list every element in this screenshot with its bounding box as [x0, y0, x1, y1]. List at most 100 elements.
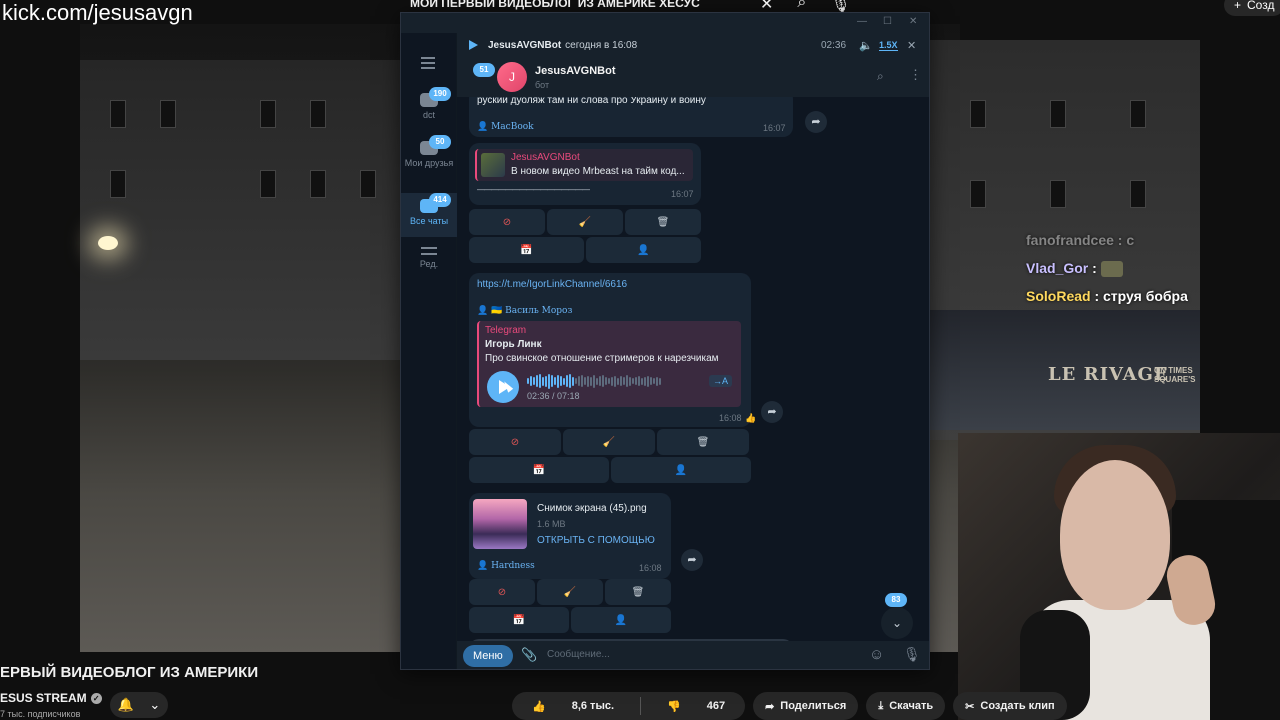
- more-icon[interactable]: ⋮: [909, 67, 922, 83]
- paperclip-icon[interactable]: 📎: [521, 647, 537, 663]
- keyboard-button-user[interactable]: 👤: [571, 607, 671, 633]
- close-icon[interactable]: ✕: [909, 16, 917, 27]
- like-dislike-group: 👍 8,6 тыс. 👎 467: [512, 692, 746, 720]
- waveform-bar: [629, 376, 631, 386]
- waveform-bar: [527, 378, 529, 384]
- chat-message: fanofrandcee : с: [1026, 232, 1135, 248]
- open-with-button[interactable]: ОТКРЫТЬ С ПОМОЩЬЮ: [537, 535, 655, 546]
- waveform-bar: [650, 377, 652, 385]
- waveform-bar: [644, 376, 646, 386]
- voice-play-button[interactable]: [487, 371, 519, 403]
- search-icon[interactable]: ⌕: [877, 69, 884, 84]
- message-input[interactable]: Сообщение...: [547, 649, 610, 660]
- dislike-button[interactable]: 👎 467: [647, 692, 745, 720]
- kick-url-overlay: kick.com/jesusavgn: [2, 0, 193, 25]
- file-size: 1.6 MB: [537, 519, 566, 529]
- keyboard-button-clean[interactable]: 🧹: [563, 429, 655, 455]
- keyboard-button-calendar[interactable]: 📅: [469, 457, 609, 483]
- clip-button[interactable]: ✂ Создать клип: [953, 692, 1067, 720]
- emoji-icon[interactable]: ☺: [869, 646, 884, 663]
- keyboard-button-ban[interactable]: ⊘: [469, 579, 535, 605]
- waveform-bar: [536, 375, 538, 387]
- broom-icon: 🧹: [563, 586, 577, 598]
- street-lamp: [98, 236, 118, 250]
- message-link[interactable]: https://t.me/IgorLinkChannel/6616: [477, 279, 627, 290]
- keyboard-button-user[interactable]: 👤: [611, 457, 751, 483]
- waveform-bar: [542, 376, 544, 386]
- keyboard-button-clean[interactable]: 🧹: [537, 579, 603, 605]
- maximize-icon[interactable]: ☐: [883, 16, 892, 27]
- message-bubble: https://t.me/IgorLinkChannel/6616 👤 🇺🇦 В…: [469, 273, 756, 427]
- microphone-icon[interactable]: 🎙: [903, 646, 921, 663]
- thumbs-up-reaction-icon[interactable]: 👍: [745, 413, 756, 424]
- share-button[interactable]: ➦ Поделиться: [753, 692, 859, 720]
- avatar[interactable]: J: [497, 62, 527, 92]
- back-unread-badge[interactable]: 51: [473, 63, 495, 77]
- transcribe-button[interactable]: →A: [709, 375, 733, 387]
- forward-button[interactable]: ➦: [805, 111, 827, 133]
- user-icon: 👤: [614, 614, 628, 626]
- download-button[interactable]: ⤓ Скачать: [866, 692, 946, 720]
- keyboard-button-user[interactable]: 👤: [586, 237, 701, 263]
- emote-icon: [1100, 261, 1123, 278]
- keyboard-button-delete[interactable]: 🗑: [657, 429, 749, 455]
- keyboard-button-calendar[interactable]: 📅: [469, 607, 569, 633]
- keyboard-button-delete[interactable]: 🗑: [605, 579, 671, 605]
- folder-friends[interactable]: 50 Мои друзья: [401, 135, 457, 187]
- forward-button[interactable]: ➦: [681, 549, 703, 571]
- image-thumbnail[interactable]: [473, 499, 527, 549]
- waveform-bar: [572, 376, 574, 386]
- like-button[interactable]: 👍 8,6 тыс.: [512, 692, 634, 720]
- voice-waveform[interactable]: [527, 373, 661, 389]
- sender-label: 👤 Hardness: [477, 561, 535, 571]
- close-icon[interactable]: ✕: [907, 39, 916, 52]
- browser-title: МОЙ ПЕРВЫЙ ВИДЕОБЛОГ ИЗ АМЕРИКЕ ХЕСУС: [410, 0, 700, 10]
- waveform-bar: [599, 376, 601, 386]
- scroll-down-button[interactable]: ⌄: [881, 607, 913, 639]
- volume-icon[interactable]: 🔈: [859, 39, 873, 52]
- chat-header[interactable]: 51 J JesusAVGNBot бот ⌕ ⋮: [457, 57, 929, 97]
- screen: LE RIVAGE ON TIMES SQUARE'S kick.com/jes…: [0, 0, 1280, 720]
- keyboard-button-clean[interactable]: 🧹: [547, 209, 623, 235]
- inline-keyboard-row: ⊘ 🧹 🗑: [469, 209, 701, 235]
- folder-edit[interactable]: Ред.: [401, 247, 457, 283]
- channel-name[interactable]: ESUS STREAM ✓: [0, 691, 102, 705]
- waveform-bar: [545, 375, 547, 387]
- keyboard-button-delete[interactable]: 🗑: [625, 209, 701, 235]
- link-preview[interactable]: Telegram Игорь Линк Про свинское отношен…: [477, 321, 741, 407]
- folder-sidebar: 190 dct 50 Мои друзья 414 Все чаты Ред.: [401, 33, 457, 669]
- sender-label: 👤 🇺🇦 Василь Мороз: [477, 306, 573, 316]
- waveform-bar: [557, 374, 559, 388]
- reply-quote[interactable]: JesusAVGNBot В новом видео Mrbeast на та…: [475, 149, 693, 181]
- streamer-face: [1060, 460, 1170, 610]
- cafe-subsign: ON TIMES SQUARE'S: [1154, 366, 1196, 384]
- verified-icon: ✓: [90, 692, 102, 704]
- audio-player-bar[interactable]: JesusAVGNBot сегодня в 16:08 02:36 🔈 1.5…: [457, 33, 929, 57]
- menu-icon[interactable]: [421, 57, 435, 72]
- folder-all-chats[interactable]: 414 Все чаты: [401, 193, 457, 237]
- download-icon: ⤓: [878, 699, 884, 712]
- waveform-bar: [548, 373, 550, 389]
- keyboard-button-ban[interactable]: ⊘: [469, 209, 545, 235]
- waveform-bar: [602, 375, 604, 387]
- forward-button[interactable]: ➦: [761, 401, 783, 423]
- bot-menu-button[interactable]: Меню: [463, 645, 513, 667]
- keyboard-button-calendar[interactable]: 📅: [469, 237, 584, 263]
- user-icon: 👤: [637, 244, 650, 256]
- play-icon[interactable]: [469, 40, 478, 50]
- subscriber-count: 7 тыс. подписчиков: [0, 709, 81, 719]
- create-button[interactable]: + Созд: [1224, 0, 1280, 16]
- inline-keyboard-row: 📅 👤: [469, 237, 701, 263]
- plus-icon: +: [1234, 0, 1242, 12]
- minimize-icon[interactable]: —: [857, 16, 867, 27]
- waveform-bar: [581, 375, 583, 387]
- playback-speed-button[interactable]: 1.5X: [879, 40, 898, 51]
- notification-bell-button[interactable]: 🔔 ⌄: [110, 692, 168, 718]
- folder-dct[interactable]: 190 dct: [401, 87, 457, 131]
- thumbs-up-icon: 👍: [532, 700, 546, 713]
- keyboard-button-ban[interactable]: ⊘: [469, 429, 561, 455]
- waveform-bar: [539, 374, 541, 388]
- chat-title: JesusAVGNBot: [535, 65, 616, 77]
- waveform-bar: [596, 377, 598, 385]
- message-list[interactable]: руский дуоляж там ни слова про Украину и…: [457, 97, 929, 641]
